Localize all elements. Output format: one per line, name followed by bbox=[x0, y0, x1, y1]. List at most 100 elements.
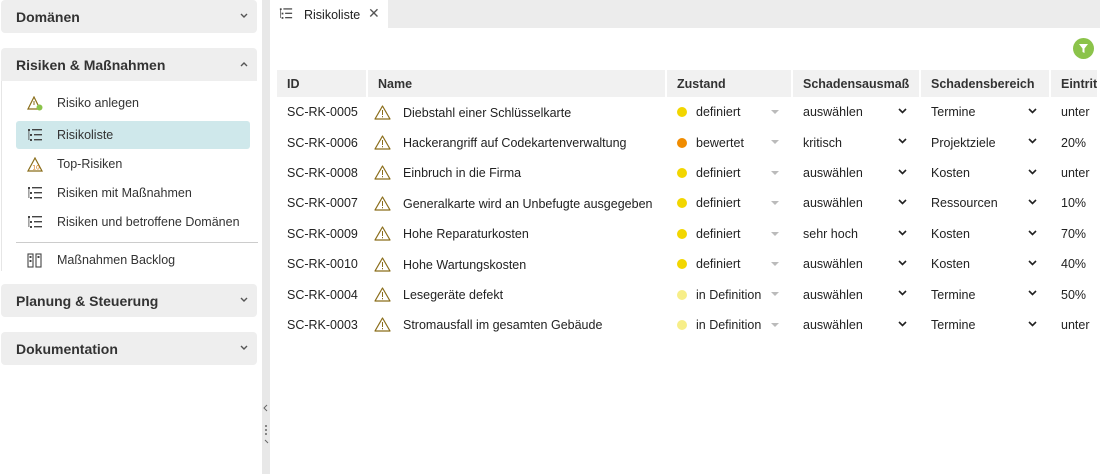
eintritt-value: 70% bbox=[1061, 226, 1087, 241]
column-header-zustand[interactable]: Zustand bbox=[667, 70, 793, 97]
select-value: Kosten bbox=[931, 257, 970, 272]
section-domaenen[interactable]: Domänen bbox=[1, 0, 257, 33]
sidebar-item-risiko-anlegen[interactable]: Risiko anlegen bbox=[16, 89, 250, 117]
eintritt-cell[interactable]: 70% bbox=[1051, 219, 1099, 249]
status-text: in Definition bbox=[696, 317, 762, 332]
zustand-select[interactable]: definiert bbox=[667, 97, 793, 127]
schadensbereich-select[interactable]: Ressourcen bbox=[921, 188, 1051, 218]
schadensausmass-select[interactable]: auswählen bbox=[793, 158, 921, 188]
zustand-select[interactable]: in Definition bbox=[667, 279, 793, 309]
eintritt-cell[interactable]: 50% bbox=[1051, 279, 1099, 309]
schadensausmass-select[interactable]: auswählen bbox=[793, 279, 921, 309]
zustand-select[interactable]: bewertet bbox=[667, 127, 793, 157]
column-header-name[interactable]: Name bbox=[368, 70, 667, 97]
select-value: auswählen bbox=[803, 287, 863, 302]
sidebar-splitter[interactable] bbox=[262, 0, 270, 474]
risk-name-cell[interactable]: Lesegeräte defekt bbox=[368, 279, 667, 309]
warning-icon bbox=[374, 196, 391, 211]
schadensbereich-select[interactable]: Kosten bbox=[921, 158, 1051, 188]
select-value: Projektziele bbox=[931, 135, 996, 150]
eintritt-cell[interactable]: 40% bbox=[1051, 249, 1099, 279]
table-row[interactable]: SC-RK-0009 Hohe Reparaturkosten definier… bbox=[277, 219, 1099, 249]
backlog-icon bbox=[27, 253, 42, 268]
eintritt-value: 40% bbox=[1061, 257, 1087, 272]
risk-name-cell[interactable]: Generalkarte wird an Unbefugte ausgegebe… bbox=[368, 188, 667, 218]
zustand-select[interactable]: definiert bbox=[667, 158, 793, 188]
eintritt-cell[interactable]: unter bbox=[1051, 97, 1099, 127]
risk-id-text: SC-RK-0009 bbox=[287, 226, 358, 241]
schadensbereich-select[interactable]: Termine bbox=[921, 97, 1051, 127]
eintritt-cell[interactable]: 20% bbox=[1051, 127, 1099, 157]
chevron-down-icon bbox=[1028, 290, 1037, 296]
eintritt-value: unter bbox=[1061, 165, 1090, 180]
chevron-down-icon bbox=[1028, 138, 1037, 145]
risk-name: Einbruch in die Firma bbox=[403, 166, 522, 181]
zustand-select[interactable]: definiert bbox=[667, 219, 793, 249]
close-icon[interactable]: ✕ bbox=[368, 6, 380, 20]
table-row[interactable]: SC-RK-0003 Stromausfall im gesamten Gebä… bbox=[277, 310, 1099, 340]
sidebar-item-label: Risiken mit Maßnahmen bbox=[57, 186, 192, 200]
chevron-up-icon bbox=[240, 62, 248, 67]
schadensausmass-select[interactable]: kritisch bbox=[793, 127, 921, 157]
risk-name-cell[interactable]: Stromausfall im gesamten Gebäude bbox=[368, 310, 667, 340]
table-row[interactable]: SC-RK-0007 Generalkarte wird an Unbefugt… bbox=[277, 188, 1099, 218]
warning-icon bbox=[374, 257, 391, 272]
sidebar-item-risiken-mit-massnahmen[interactable]: Risiken mit Maßnahmen bbox=[16, 179, 250, 207]
table-row[interactable]: SC-RK-0005 Diebstahl einer Schlüsselkart… bbox=[277, 97, 1099, 127]
chevron-down-icon bbox=[898, 321, 907, 327]
schadensausmass-select[interactable]: auswählen bbox=[793, 188, 921, 218]
table-row[interactable]: SC-RK-0010 Hohe Wartungskosten definiert… bbox=[277, 249, 1099, 279]
column-header-schadensausmass[interactable]: Schadensausmaß bbox=[793, 70, 921, 97]
risk-table: ID Name Zustand Schadensausmaß Schadensb… bbox=[277, 70, 1100, 340]
schadensbereich-select[interactable]: Kosten bbox=[921, 249, 1051, 279]
column-header-eintritt[interactable]: Eintrit bbox=[1051, 70, 1100, 97]
risk-name-cell[interactable]: Diebstahl einer Schlüsselkarte bbox=[368, 97, 667, 127]
risk-name: Lesegeräte defekt bbox=[403, 288, 504, 303]
risk-name-cell[interactable]: Einbruch in die Firma bbox=[368, 158, 667, 188]
sidebar-item-risiken-domaenen[interactable]: Risiken und betroffene Domänen bbox=[16, 208, 250, 236]
risk-id-text: SC-RK-0008 bbox=[287, 165, 358, 180]
schadensausmass-select[interactable]: auswählen bbox=[793, 97, 921, 127]
zustand-select[interactable]: definiert bbox=[667, 188, 793, 218]
section-planung-steuerung[interactable]: Planung & Steuerung bbox=[1, 284, 257, 317]
risk-id: SC-RK-0004 bbox=[277, 279, 368, 309]
risk-name-cell[interactable]: Hohe Reparaturkosten bbox=[368, 219, 667, 249]
section-risiken-massnahmen[interactable]: Risiken & Maßnahmen bbox=[1, 48, 257, 81]
column-header-schadensbereich[interactable]: Schadensbereich bbox=[921, 70, 1051, 97]
table-row[interactable]: SC-RK-0008 Einbruch in die Firma definie… bbox=[277, 158, 1099, 188]
zustand-select[interactable]: definiert bbox=[667, 249, 793, 279]
risk-name-cell[interactable]: Hackerangriff auf Codekartenverwaltung bbox=[368, 127, 667, 157]
select-value: sehr hoch bbox=[803, 226, 858, 241]
filter-button[interactable] bbox=[1073, 38, 1094, 59]
status-text: in Definition bbox=[696, 287, 762, 302]
eintritt-cell[interactable]: 10% bbox=[1051, 188, 1099, 218]
table-row[interactable]: SC-RK-0004 Lesegeräte defekt in Definiti… bbox=[277, 279, 1099, 309]
select-value: Ressourcen bbox=[931, 196, 998, 211]
zustand-select[interactable]: in Definition bbox=[667, 310, 793, 340]
schadensausmass-select[interactable]: auswählen bbox=[793, 310, 921, 340]
sidebar-item-label: Risiken und betroffene Domänen bbox=[57, 215, 240, 229]
tab-risikoliste[interactable]: Risikoliste ✕ bbox=[270, 0, 388, 28]
collapse-handle-icon[interactable] bbox=[263, 404, 269, 444]
sidebar-item-massnahmen-backlog[interactable]: Maßnahmen Backlog bbox=[16, 246, 250, 274]
schadensbereich-select[interactable]: Termine bbox=[921, 310, 1051, 340]
status-text: definiert bbox=[696, 257, 741, 272]
sidebar-item-top-risiken[interactable]: 10 Top-Risiken bbox=[16, 150, 250, 178]
eintritt-cell[interactable]: unter bbox=[1051, 158, 1099, 188]
column-header-id[interactable]: ID bbox=[277, 70, 368, 97]
eintritt-cell[interactable]: unter bbox=[1051, 310, 1099, 340]
section-dokumentation[interactable]: Dokumentation bbox=[1, 332, 257, 365]
table-row[interactable]: SC-RK-0006 Hackerangriff auf Codekartenv… bbox=[277, 127, 1099, 157]
risk-name-cell[interactable]: Hohe Wartungskosten bbox=[368, 249, 667, 279]
schadensbereich-select[interactable]: Projektziele bbox=[921, 127, 1051, 157]
schadensbereich-select[interactable]: Kosten bbox=[921, 219, 1051, 249]
schadensbereich-select[interactable]: Termine bbox=[921, 279, 1051, 309]
schadensausmass-select[interactable]: sehr hoch bbox=[793, 219, 921, 249]
table-header-row: ID Name Zustand Schadensausmaß Schadensb… bbox=[277, 70, 1100, 97]
schadensausmass-select[interactable]: auswählen bbox=[793, 249, 921, 279]
main-panel: Risikoliste ✕ ID Name Zustand Schadensau… bbox=[270, 0, 1100, 474]
risk-id: SC-RK-0003 bbox=[277, 310, 368, 340]
select-value: Termine bbox=[931, 287, 976, 302]
status-text: definiert bbox=[696, 226, 741, 241]
sidebar-item-risikoliste[interactable]: Risikoliste bbox=[16, 121, 250, 149]
